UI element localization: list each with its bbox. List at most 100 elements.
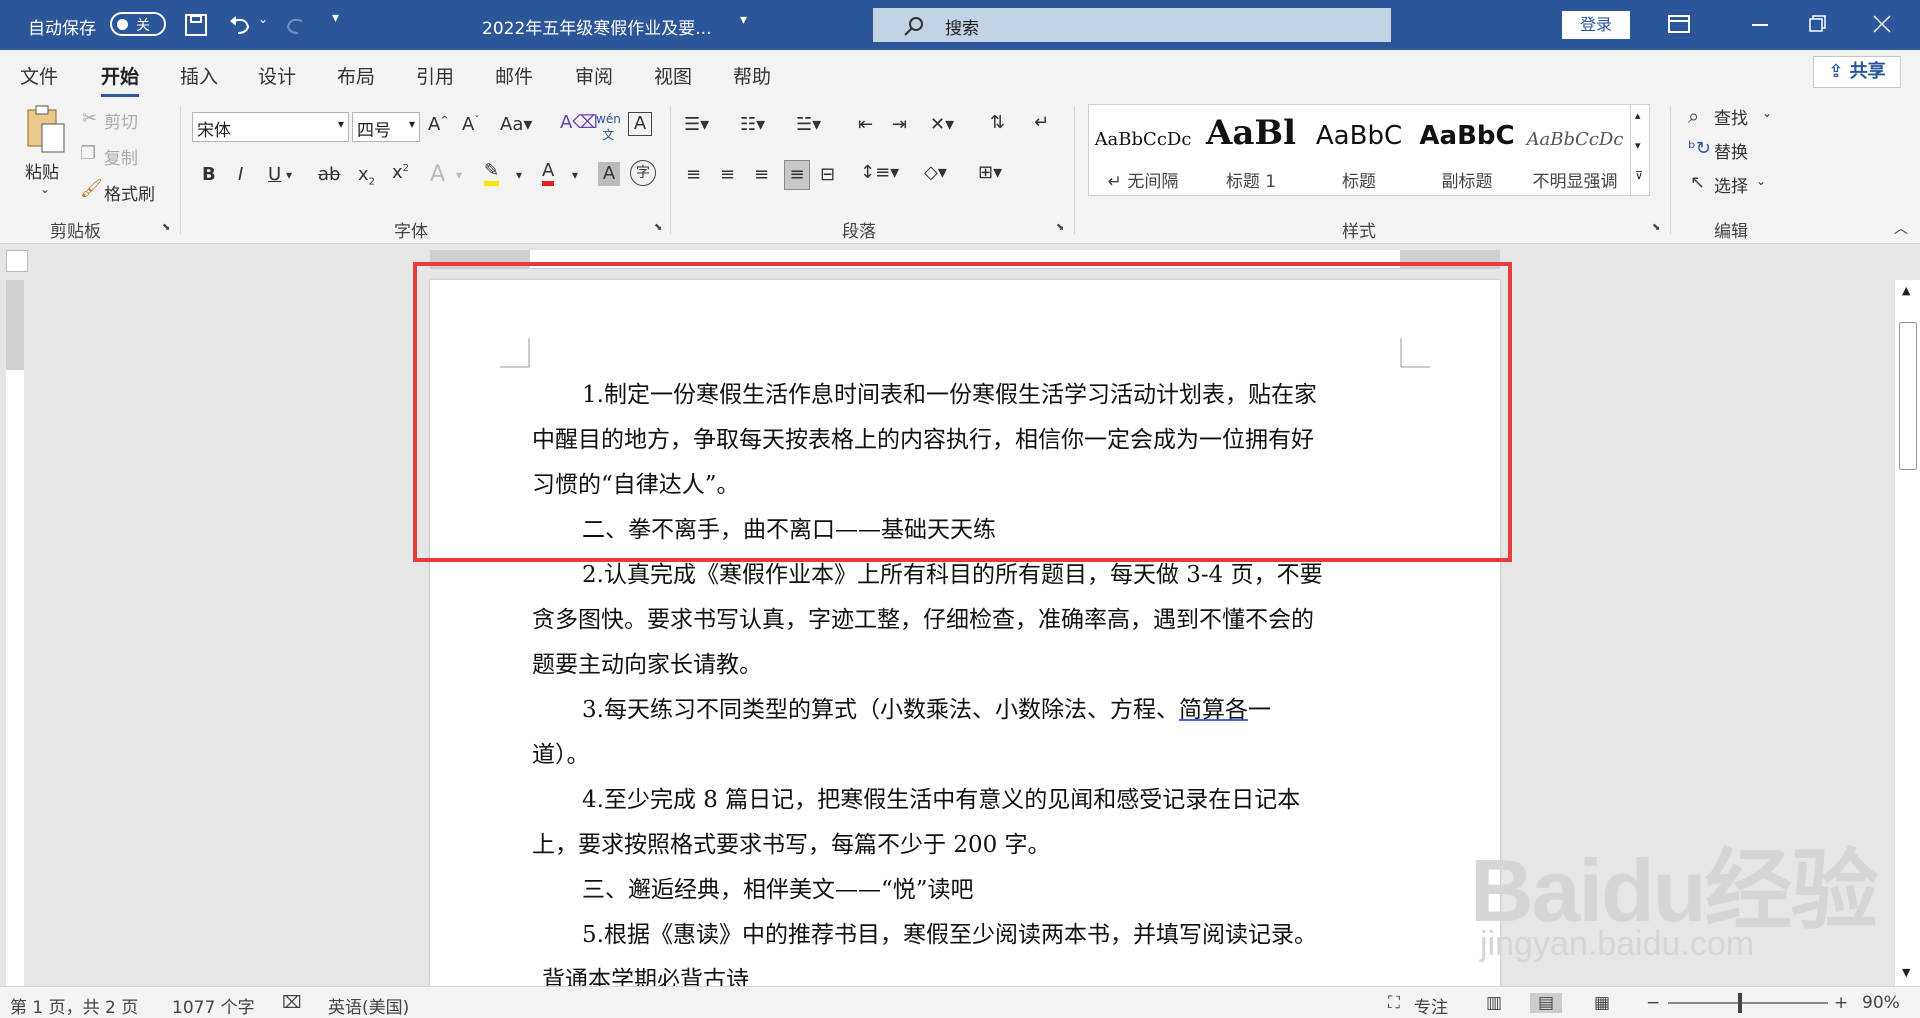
paste-icon[interactable] xyxy=(24,104,66,156)
character-border-icon[interactable]: A xyxy=(628,112,652,136)
search-box[interactable]: 搜索 xyxy=(873,8,1391,42)
clipboard-launcher-icon[interactable]: ⬊ xyxy=(162,222,170,233)
enclose-characters-icon[interactable]: 字 xyxy=(630,160,656,186)
style-subtle-emphasis[interactable]: AaBbCcDc 不明显强调 xyxy=(1521,105,1629,195)
tab-file[interactable]: 文件 xyxy=(20,62,58,89)
select-dropdown-icon[interactable]: ⌄ xyxy=(1756,174,1766,188)
tab-mailings[interactable]: 邮件 xyxy=(495,62,533,89)
focus-label[interactable]: 专注 xyxy=(1414,993,1448,1018)
scroll-down-icon[interactable]: ▼ xyxy=(1902,966,1910,979)
underline-icon[interactable]: U xyxy=(268,164,281,185)
style-subtitle[interactable]: AaBbC 副标题 xyxy=(1413,105,1521,195)
replace-label[interactable]: 替换 xyxy=(1714,138,1748,163)
shrink-font-icon[interactable]: Aˇ xyxy=(462,114,479,135)
font-name-combo[interactable]: 宋体 ▾ xyxy=(192,112,349,142)
grammar-flagged-text[interactable]: 简算各 xyxy=(1179,697,1248,723)
document-title[interactable]: 2022年五年级寒假作业及要... xyxy=(482,14,711,39)
tab-help[interactable]: 帮助 xyxy=(733,62,771,89)
align-center-icon[interactable]: ≡ xyxy=(720,164,735,185)
change-case-icon[interactable]: Aa▾ xyxy=(500,114,532,135)
paste-dropdown-icon[interactable]: ⌄ xyxy=(40,182,50,196)
save-icon[interactable] xyxy=(184,13,208,37)
focus-icon[interactable]: ⛶ xyxy=(1388,993,1400,1013)
text-effects-dropdown-icon[interactable]: ▾ xyxy=(456,168,462,182)
ribbon-display-icon[interactable] xyxy=(1668,14,1690,36)
share-button[interactable]: ⇪ 共享 xyxy=(1813,56,1901,88)
more-styles-icon[interactable]: ⊽ xyxy=(1635,169,1643,182)
multilevel-list-icon[interactable]: ☱▾ xyxy=(796,114,821,135)
minimize-icon[interactable] xyxy=(1752,24,1768,26)
character-shading-icon[interactable]: A xyxy=(598,162,620,186)
vertical-ruler[interactable] xyxy=(6,280,24,986)
tab-view[interactable]: 视图 xyxy=(654,62,692,89)
grow-font-icon[interactable]: A^ xyxy=(428,114,449,135)
zoom-slider[interactable] xyxy=(1668,1002,1828,1004)
language-indicator[interactable]: 英语(美国) xyxy=(328,993,409,1018)
find-icon[interactable]: ⌕ xyxy=(1688,104,1699,128)
paste-label[interactable]: 粘贴 xyxy=(25,158,59,183)
vertical-scrollbar[interactable]: ▲ ▼ xyxy=(1894,280,1920,986)
zoom-out-icon[interactable]: − xyxy=(1646,993,1660,1013)
proofing-icon[interactable]: ⌧ xyxy=(282,993,302,1013)
align-right-icon[interactable]: ≡ xyxy=(754,164,769,185)
tab-references[interactable]: 引用 xyxy=(416,62,454,89)
sort-icon[interactable]: ⇅ xyxy=(990,112,1005,133)
styles-launcher-icon[interactable]: ⬊ xyxy=(1652,222,1660,233)
restore-icon[interactable] xyxy=(1808,14,1828,34)
collapse-ribbon-icon[interactable]: ︿ xyxy=(1894,218,1908,238)
zoom-level[interactable]: 90% xyxy=(1862,993,1900,1013)
select-label[interactable]: 选择 xyxy=(1714,172,1748,197)
tab-design[interactable]: 设计 xyxy=(258,62,296,89)
tab-review[interactable]: 审阅 xyxy=(575,62,613,89)
justify-icon[interactable]: ≡ xyxy=(784,160,810,190)
format-painter-icon[interactable]: 🖌 xyxy=(80,178,103,199)
login-button[interactable]: 登录 xyxy=(1562,11,1630,39)
print-layout-icon[interactable]: ▤ xyxy=(1530,993,1563,1013)
scrollbar-thumb[interactable] xyxy=(1899,322,1917,470)
tab-selector[interactable] xyxy=(6,250,28,272)
select-icon[interactable]: ↖ xyxy=(1690,172,1705,193)
bold-icon[interactable]: B xyxy=(202,164,216,185)
zoom-slider-thumb[interactable] xyxy=(1738,993,1742,1013)
highlight-dropdown-icon[interactable]: ▾ xyxy=(516,168,522,182)
subscript-icon[interactable]: x2 xyxy=(358,164,375,188)
chevron-down-icon[interactable]: ▾ xyxy=(1635,139,1641,152)
style-heading-1[interactable]: AaBl 标题 1 xyxy=(1197,105,1305,195)
zoom-in-icon[interactable]: + xyxy=(1834,993,1848,1013)
find-dropdown-icon[interactable]: ⌄ xyxy=(1762,106,1772,120)
page-count[interactable]: 第 1 页，共 2 页 xyxy=(10,993,138,1018)
chevron-up-icon[interactable]: ▴ xyxy=(1635,109,1641,122)
font-color-dropdown-icon[interactable]: ▾ xyxy=(572,168,578,182)
close-icon[interactable] xyxy=(1872,14,1892,34)
strikethrough-icon[interactable]: ab xyxy=(318,164,340,185)
underline-dropdown-icon[interactable]: ▾ xyxy=(286,168,292,182)
align-left-icon[interactable]: ≡ xyxy=(686,164,701,185)
increase-indent-icon[interactable]: ⇥ xyxy=(892,114,907,135)
undo-dropdown-icon[interactable]: ⌄ xyxy=(258,12,268,26)
chinese-layout-icon[interactable]: ✕▾ xyxy=(930,114,954,135)
find-label[interactable]: 查找 xyxy=(1714,104,1748,129)
italic-icon[interactable]: I xyxy=(238,164,243,185)
autosave-toggle[interactable]: 关 xyxy=(110,12,166,36)
superscript-icon[interactable]: x2 xyxy=(392,162,409,183)
shading-icon[interactable]: ◇▾ xyxy=(924,162,947,183)
format-painter-label[interactable]: 格式刷 xyxy=(104,180,155,205)
phonetic-guide-icon[interactable]: wén 文 xyxy=(596,112,621,143)
word-count[interactable]: 1077 个字 xyxy=(172,993,255,1018)
replace-icon[interactable]: ᵇ↻ xyxy=(1688,138,1711,159)
font-launcher-icon[interactable]: ⬊ xyxy=(654,222,662,233)
text-effects-icon[interactable]: A xyxy=(430,162,445,187)
undo-icon[interactable] xyxy=(228,13,254,37)
read-mode-icon[interactable]: ▥ xyxy=(1486,993,1502,1013)
font-color-icon[interactable]: A xyxy=(542,160,555,186)
highlight-icon[interactable]: ✎ xyxy=(484,160,500,186)
tab-insert[interactable]: 插入 xyxy=(180,62,218,89)
font-size-combo[interactable]: 四号 ▾ xyxy=(352,112,420,142)
decrease-indent-icon[interactable]: ⇤ xyxy=(858,114,873,135)
tab-layout[interactable]: 布局 xyxy=(337,62,375,89)
tab-home[interactable]: 开始 xyxy=(101,62,140,97)
distributed-icon[interactable]: ⊟ xyxy=(820,164,835,185)
borders-icon[interactable]: ⊞▾ xyxy=(978,162,1002,183)
customize-toolbar-icon[interactable]: ▾ xyxy=(332,10,339,26)
line-spacing-icon[interactable]: ↕≡▾ xyxy=(860,162,899,183)
